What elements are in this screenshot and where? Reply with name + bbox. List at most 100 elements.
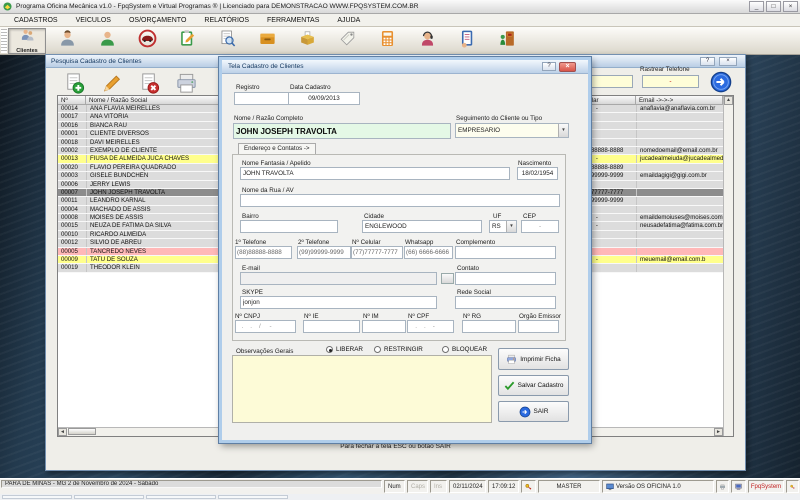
col-numero[interactable]: Nº bbox=[58, 96, 86, 105]
col-email[interactable]: Email ->->-> bbox=[636, 96, 723, 105]
cnpj-input[interactable] bbox=[235, 320, 296, 333]
calculator-icon bbox=[378, 29, 397, 53]
radio-restringir[interactable]: RESTRINGIR bbox=[374, 346, 423, 353]
cell-num: 00017 bbox=[58, 113, 86, 120]
cell-email: anaflavia@anaflavia.com.br bbox=[636, 105, 723, 112]
tablet-checklist-icon bbox=[458, 29, 477, 53]
toolbar-caixa-button[interactable] bbox=[368, 28, 406, 54]
fantasia-label: Nome Fantasia / Apelido bbox=[242, 160, 311, 167]
scroll-up-icon[interactable]: ▲ bbox=[724, 96, 733, 105]
status-num: Num bbox=[384, 480, 405, 493]
toolbar-veiculos-button[interactable] bbox=[128, 28, 166, 54]
tel1-input[interactable] bbox=[235, 246, 292, 259]
minimize-icon[interactable]: _ bbox=[749, 1, 764, 12]
cpf-input[interactable] bbox=[407, 320, 454, 333]
rg-input[interactable] bbox=[462, 320, 516, 333]
novo-cliente-button[interactable] bbox=[60, 70, 88, 96]
scroll-right-icon[interactable]: ► bbox=[714, 428, 723, 436]
vertical-scrollbar[interactable]: ▲ bbox=[723, 96, 733, 436]
menu-ajuda[interactable]: AJUDA bbox=[329, 17, 368, 24]
rastrear-go-button[interactable] bbox=[710, 71, 732, 93]
whatsapp-input[interactable] bbox=[404, 246, 453, 259]
ie-input[interactable] bbox=[303, 320, 360, 333]
excluir-cliente-button[interactable] bbox=[135, 70, 163, 96]
dialog-close-icon[interactable]: × bbox=[559, 62, 576, 72]
cell-num: 00001 bbox=[58, 130, 86, 137]
bairro-input[interactable] bbox=[240, 220, 338, 233]
chevron-down-icon[interactable]: ▼ bbox=[506, 221, 516, 232]
dialog-help-icon[interactable]: ? bbox=[542, 62, 556, 71]
sair-button[interactable]: SAIR bbox=[498, 401, 569, 422]
complemento-input[interactable] bbox=[455, 246, 556, 259]
maximize-icon[interactable]: □ bbox=[766, 1, 781, 12]
person-green-icon bbox=[98, 29, 117, 53]
scroll-left-icon[interactable]: ◄ bbox=[58, 428, 67, 436]
im-input[interactable] bbox=[362, 320, 406, 333]
search-input[interactable] bbox=[585, 75, 633, 88]
key-icon bbox=[786, 480, 799, 493]
cnpj-label: Nº CNPJ bbox=[235, 313, 260, 320]
orgao-emissor-label: Orgão Emissor bbox=[519, 313, 561, 320]
email-input[interactable] bbox=[240, 272, 437, 285]
toolbar-atendimento-button[interactable] bbox=[408, 28, 446, 54]
toolbar-arquivo-button[interactable] bbox=[248, 28, 286, 54]
uf-select[interactable]: RS ▼ bbox=[489, 220, 517, 233]
rua-input[interactable] bbox=[240, 194, 560, 207]
toolbar-funcionario-button[interactable] bbox=[48, 28, 86, 54]
cell-email: jucadealmeiuda@jucadealmeda.com bbox=[636, 155, 723, 162]
toolbar-clientes-button[interactable]: Clientes bbox=[8, 28, 46, 54]
main-toolbar: Clientes bbox=[0, 27, 800, 55]
toolbar-agenda-button[interactable] bbox=[448, 28, 486, 54]
orgao-emissor-input[interactable] bbox=[518, 320, 559, 333]
dialog-title-bar[interactable]: Tela Cadastro de Clientes bbox=[222, 60, 588, 74]
cell-email: neusadefatima@fatima.com.br bbox=[636, 222, 723, 229]
tel2-input[interactable] bbox=[297, 246, 351, 259]
toolbar-estoque-button[interactable] bbox=[288, 28, 326, 54]
cell-email bbox=[636, 130, 723, 137]
rede-social-input[interactable] bbox=[455, 296, 556, 309]
menu-cadastros[interactable]: CADASTROS bbox=[6, 17, 66, 24]
toolbar-fornecedor-button[interactable] bbox=[88, 28, 126, 54]
close-icon[interactable]: × bbox=[783, 1, 798, 12]
scrollbar-thumb[interactable] bbox=[68, 428, 96, 435]
toolbar-sair-button[interactable] bbox=[488, 28, 526, 54]
menu-relatorios[interactable]: RELATÓRIOS bbox=[196, 17, 257, 24]
radio-liberar[interactable]: LIBERAR bbox=[326, 346, 363, 353]
contato-input[interactable] bbox=[455, 272, 556, 285]
menu-ferramentas[interactable]: FERRAMENTAS bbox=[259, 17, 327, 24]
radio-bloquear[interactable]: BLOQUEAR bbox=[442, 346, 487, 353]
seguimento-select[interactable]: EMPRESARIO ▼ bbox=[455, 123, 569, 138]
cep-input[interactable] bbox=[521, 220, 559, 233]
rg-label: Nº RG bbox=[463, 313, 481, 320]
cidade-input[interactable] bbox=[362, 220, 482, 233]
nascimento-input[interactable] bbox=[517, 167, 558, 180]
imprimir-ficha-button[interactable]: Imprimir Ficha bbox=[498, 348, 569, 370]
imprimir-lista-button[interactable] bbox=[172, 70, 200, 96]
menu-veiculos[interactable]: VEICULOS bbox=[68, 17, 119, 24]
rastrear-telefone-input[interactable] bbox=[642, 75, 699, 88]
celular-label: Nº Celular bbox=[352, 239, 381, 246]
data-cadastro-input[interactable] bbox=[288, 92, 360, 105]
observacoes-textarea[interactable] bbox=[232, 355, 492, 423]
cell-email bbox=[636, 139, 723, 146]
man-icon bbox=[58, 29, 77, 53]
salvar-cadastro-button[interactable]: Salvar Cadastro bbox=[498, 375, 569, 396]
pesquisa-help-icon[interactable]: ? bbox=[700, 57, 715, 66]
chevron-down-icon[interactable]: ▼ bbox=[558, 124, 568, 137]
celular-input[interactable] bbox=[351, 246, 403, 259]
skype-input[interactable] bbox=[240, 296, 437, 309]
cell-email bbox=[636, 164, 723, 171]
status-brand: FpqSystem bbox=[748, 480, 784, 493]
menu-os-orcamento[interactable]: OS/ORÇAMENTO bbox=[121, 17, 194, 24]
status-version: Versão OS OFICINA 1.0 bbox=[602, 480, 714, 493]
toolbar-consulta-button[interactable] bbox=[208, 28, 246, 54]
cell-num: 00003 bbox=[58, 172, 86, 179]
toolbar-ordem-servico-button[interactable] bbox=[168, 28, 206, 54]
toolbar-etiqueta-button[interactable] bbox=[328, 28, 366, 54]
pesquisa-close-icon[interactable]: × bbox=[719, 57, 737, 66]
nome-input[interactable] bbox=[233, 123, 451, 139]
editar-cliente-button[interactable] bbox=[97, 70, 125, 96]
data-cadastro-label: Data Cadastro bbox=[290, 84, 331, 91]
email-browse-button[interactable] bbox=[441, 273, 454, 284]
fantasia-input[interactable] bbox=[240, 167, 510, 180]
